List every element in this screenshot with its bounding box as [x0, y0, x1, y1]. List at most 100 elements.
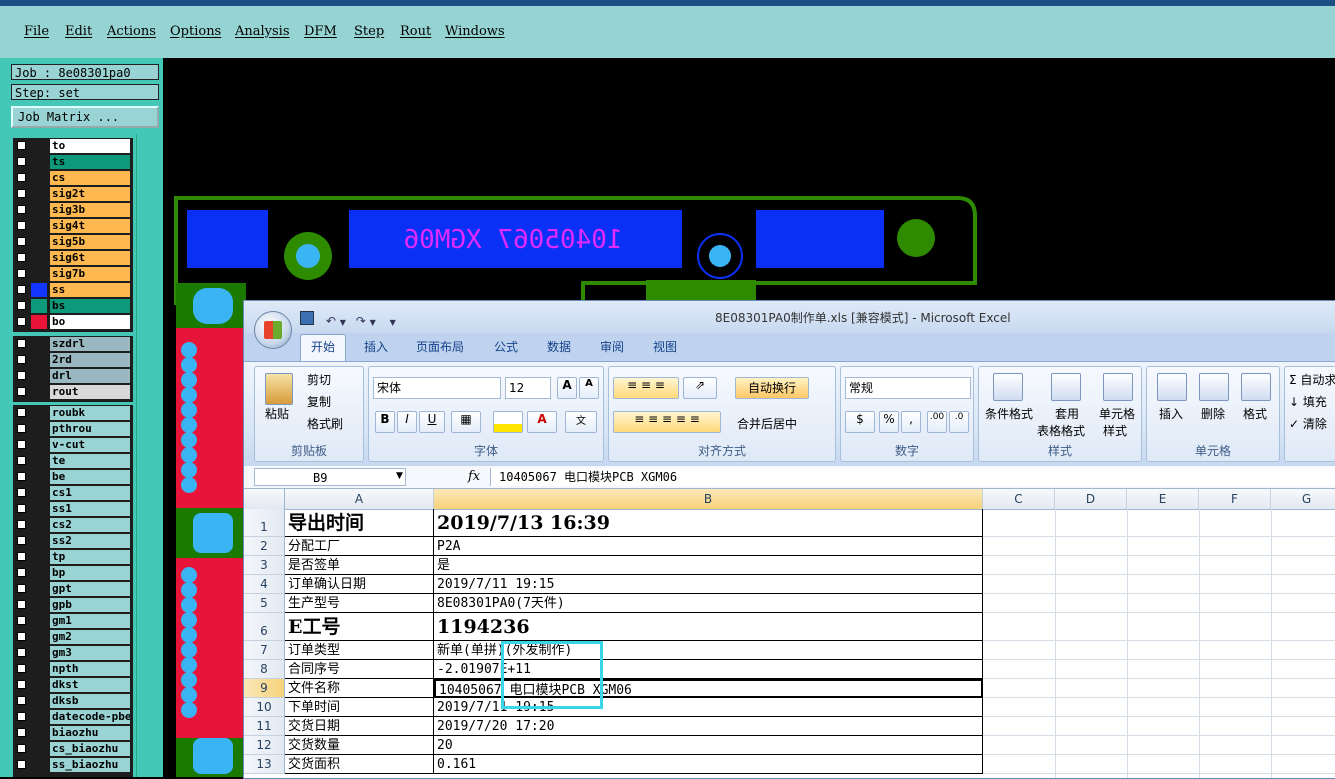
redo-icon[interactable]: ↷	[356, 314, 366, 328]
layer-row[interactable]: 2rd	[13, 352, 133, 368]
layer-color-swatch[interactable]	[31, 203, 47, 217]
layer-row[interactable]: bs	[13, 298, 133, 314]
layer-color-swatch[interactable]	[31, 470, 47, 484]
layer-color-swatch[interactable]	[31, 534, 47, 548]
layer-row[interactable]: gm1	[13, 613, 133, 629]
layer-checkbox[interactable]	[17, 371, 26, 380]
layer-color-swatch[interactable]	[31, 726, 47, 740]
layer-row[interactable]: ss	[13, 282, 133, 298]
tab-insert[interactable]: 插入	[364, 338, 388, 355]
layer-name[interactable]: ss2	[50, 534, 130, 548]
fill-color-icon[interactable]	[493, 411, 523, 433]
orientation-icon[interactable]: ⇗	[683, 377, 717, 399]
layer-checkbox[interactable]	[17, 600, 26, 609]
copy-button[interactable]: 复制	[307, 393, 331, 410]
layer-row[interactable]: cs_biaozhu	[13, 741, 133, 757]
layer-name[interactable]: szdrl	[50, 337, 130, 351]
column-header-a[interactable]: A	[285, 489, 434, 509]
layer-color-swatch[interactable]	[31, 646, 47, 660]
layer-row[interactable]: dkst	[13, 677, 133, 693]
row-header[interactable]: 13	[244, 755, 285, 774]
tab-view[interactable]: 视图	[653, 338, 677, 355]
layer-checkbox[interactable]	[17, 424, 26, 433]
layer-color-swatch[interactable]	[31, 385, 47, 399]
tab-home[interactable]: 开始	[300, 334, 346, 361]
cell-a[interactable]: 交货面积	[285, 755, 434, 774]
cell-styles-label-2[interactable]: 样式	[1103, 422, 1127, 439]
layer-checkbox[interactable]	[17, 664, 26, 673]
layer-name[interactable]: ss	[50, 283, 130, 297]
cell-b[interactable]: 1194236	[434, 613, 983, 641]
layer-color-swatch[interactable]	[31, 353, 47, 367]
layer-checkbox[interactable]	[17, 317, 26, 326]
layer-color-swatch[interactable]	[31, 518, 47, 532]
layer-row[interactable]: gpt	[13, 581, 133, 597]
font-name-select[interactable]: 宋体	[373, 377, 501, 399]
layer-name[interactable]: gpt	[50, 582, 130, 596]
bold-icon[interactable]: B	[375, 411, 395, 433]
cell-a[interactable]: 交货日期	[285, 717, 434, 736]
layer-row[interactable]: gm3	[13, 645, 133, 661]
layer-row[interactable]: gm2	[13, 629, 133, 645]
column-header-f[interactable]: F	[1199, 489, 1271, 509]
layer-row[interactable]: gpb	[13, 597, 133, 613]
autosum-button[interactable]: Σ 自动求	[1289, 371, 1335, 388]
layer-color-swatch[interactable]	[31, 598, 47, 612]
layer-checkbox[interactable]	[17, 237, 26, 246]
clear-button[interactable]: ✓ 清除	[1289, 415, 1327, 432]
layer-checkbox[interactable]	[17, 488, 26, 497]
row-header[interactable]: 3	[244, 556, 285, 575]
format-painter-button[interactable]: 格式刷	[307, 415, 343, 432]
layer-color-swatch[interactable]	[31, 662, 47, 676]
tab-formulas[interactable]: 公式	[494, 338, 518, 355]
layer-name[interactable]: sig2t	[50, 187, 130, 201]
row-header[interactable]: 4	[244, 575, 285, 594]
cell-a[interactable]: 订单确认日期	[285, 575, 434, 594]
tab-data[interactable]: 数据	[547, 338, 571, 355]
undo-dropdown-icon[interactable]: ▼	[340, 318, 346, 327]
layer-name[interactable]: be	[50, 470, 130, 484]
layer-color-swatch[interactable]	[31, 550, 47, 564]
layer-color-swatch[interactable]	[31, 369, 47, 383]
spreadsheet-grid[interactable]: A B C D E F G 1 导出时间 2019/7/13 16:39 2 分配工厂 P…	[244, 489, 1335, 778]
currency-icon[interactable]: $	[845, 411, 875, 433]
layer-color-swatch[interactable]	[31, 486, 47, 500]
menu-rout[interactable]: Rout	[400, 24, 431, 39]
cell-b[interactable]: 20	[434, 736, 983, 755]
vertical-align-icons[interactable]: ≡ ≡ ≡	[613, 377, 679, 399]
row-header[interactable]: 10	[244, 698, 285, 717]
insert-function-icon[interactable]: fx	[468, 469, 480, 484]
layer-name[interactable]: gm3	[50, 646, 130, 660]
layer-color-swatch[interactable]	[31, 422, 47, 436]
layer-checkbox[interactable]	[17, 728, 26, 737]
layer-color-swatch[interactable]	[31, 566, 47, 580]
border-icon[interactable]: ▦	[451, 411, 481, 433]
layer-checkbox[interactable]	[17, 157, 26, 166]
layer-color-swatch[interactable]	[31, 758, 47, 772]
cell-a[interactable]: 下单时间	[285, 698, 434, 717]
layer-name[interactable]: datecode-pbe	[50, 710, 130, 724]
paste-icon[interactable]	[265, 373, 293, 405]
layer-color-swatch[interactable]	[31, 139, 47, 153]
conditional-format-icon[interactable]	[993, 373, 1023, 401]
row-header[interactable]: 11	[244, 717, 285, 736]
layer-name[interactable]: cs	[50, 171, 130, 185]
format-as-table-icon[interactable]	[1051, 373, 1081, 401]
fill-button[interactable]: ↓ 填充	[1289, 393, 1327, 410]
conditional-format-button[interactable]: 条件格式	[985, 405, 1033, 422]
layer-name[interactable]: 2rd	[50, 353, 130, 367]
layer-row[interactable]: ss2	[13, 533, 133, 549]
layer-color-swatch[interactable]	[31, 438, 47, 452]
layer-color-swatch[interactable]	[31, 187, 47, 201]
layer-checkbox[interactable]	[17, 173, 26, 182]
menu-windows[interactable]: Windows	[445, 24, 505, 39]
layer-name[interactable]: rout	[50, 385, 130, 399]
layer-name[interactable]: ss1	[50, 502, 130, 516]
layer-row[interactable]: be	[13, 469, 133, 485]
cell-a[interactable]: 分配工厂	[285, 537, 434, 556]
layer-checkbox[interactable]	[17, 504, 26, 513]
layer-color-swatch[interactable]	[31, 251, 47, 265]
column-header-g[interactable]: G	[1271, 489, 1335, 509]
shrink-font-icon[interactable]: A	[579, 377, 599, 399]
font-size-select[interactable]: 12	[505, 377, 551, 399]
